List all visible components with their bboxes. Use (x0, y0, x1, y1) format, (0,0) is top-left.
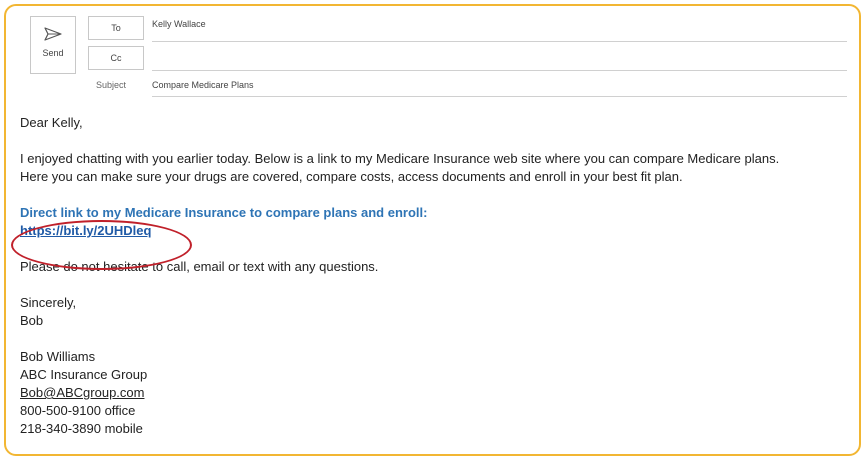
email-compose-window: Send To Kelly Wallace Cc Subject Compare… (4, 4, 861, 456)
closing: Sincerely, (20, 295, 77, 310)
subject-field[interactable]: Compare Medicare Plans (152, 80, 254, 90)
cc-button[interactable]: Cc (88, 46, 144, 70)
signature-office-phone: 800-500-9100 office (20, 403, 136, 418)
to-button[interactable]: To (88, 16, 144, 40)
signature-name: Bob Williams (20, 349, 96, 364)
link-highlight-circle (11, 220, 192, 270)
paragraph-1-line-2: Here you can make sure your drugs are co… (20, 169, 683, 184)
signature-short: Bob (20, 313, 44, 328)
message-body[interactable]: Dear Kelly, I enjoyed chatting with you … (20, 114, 850, 438)
greeting: Dear Kelly, (20, 115, 83, 130)
send-label: Send (42, 48, 64, 58)
signature-mobile-phone: 218-340-3890 mobile (20, 421, 143, 436)
link-heading: Direct link to my Medicare Insurance to … (20, 205, 428, 220)
cc-divider (152, 70, 847, 71)
subject-divider (152, 96, 847, 97)
paragraph-1-line-1: I enjoyed chatting with you earlier toda… (20, 151, 780, 166)
paper-plane-icon (44, 27, 62, 41)
to-divider (152, 41, 847, 42)
signature-email-link[interactable]: Bob@ABCgroup.com (20, 385, 144, 400)
signature-company: ABC Insurance Group (20, 367, 148, 382)
send-button[interactable]: Send (30, 16, 76, 74)
to-field[interactable]: Kelly Wallace (152, 19, 206, 29)
subject-label: Subject (96, 80, 127, 90)
